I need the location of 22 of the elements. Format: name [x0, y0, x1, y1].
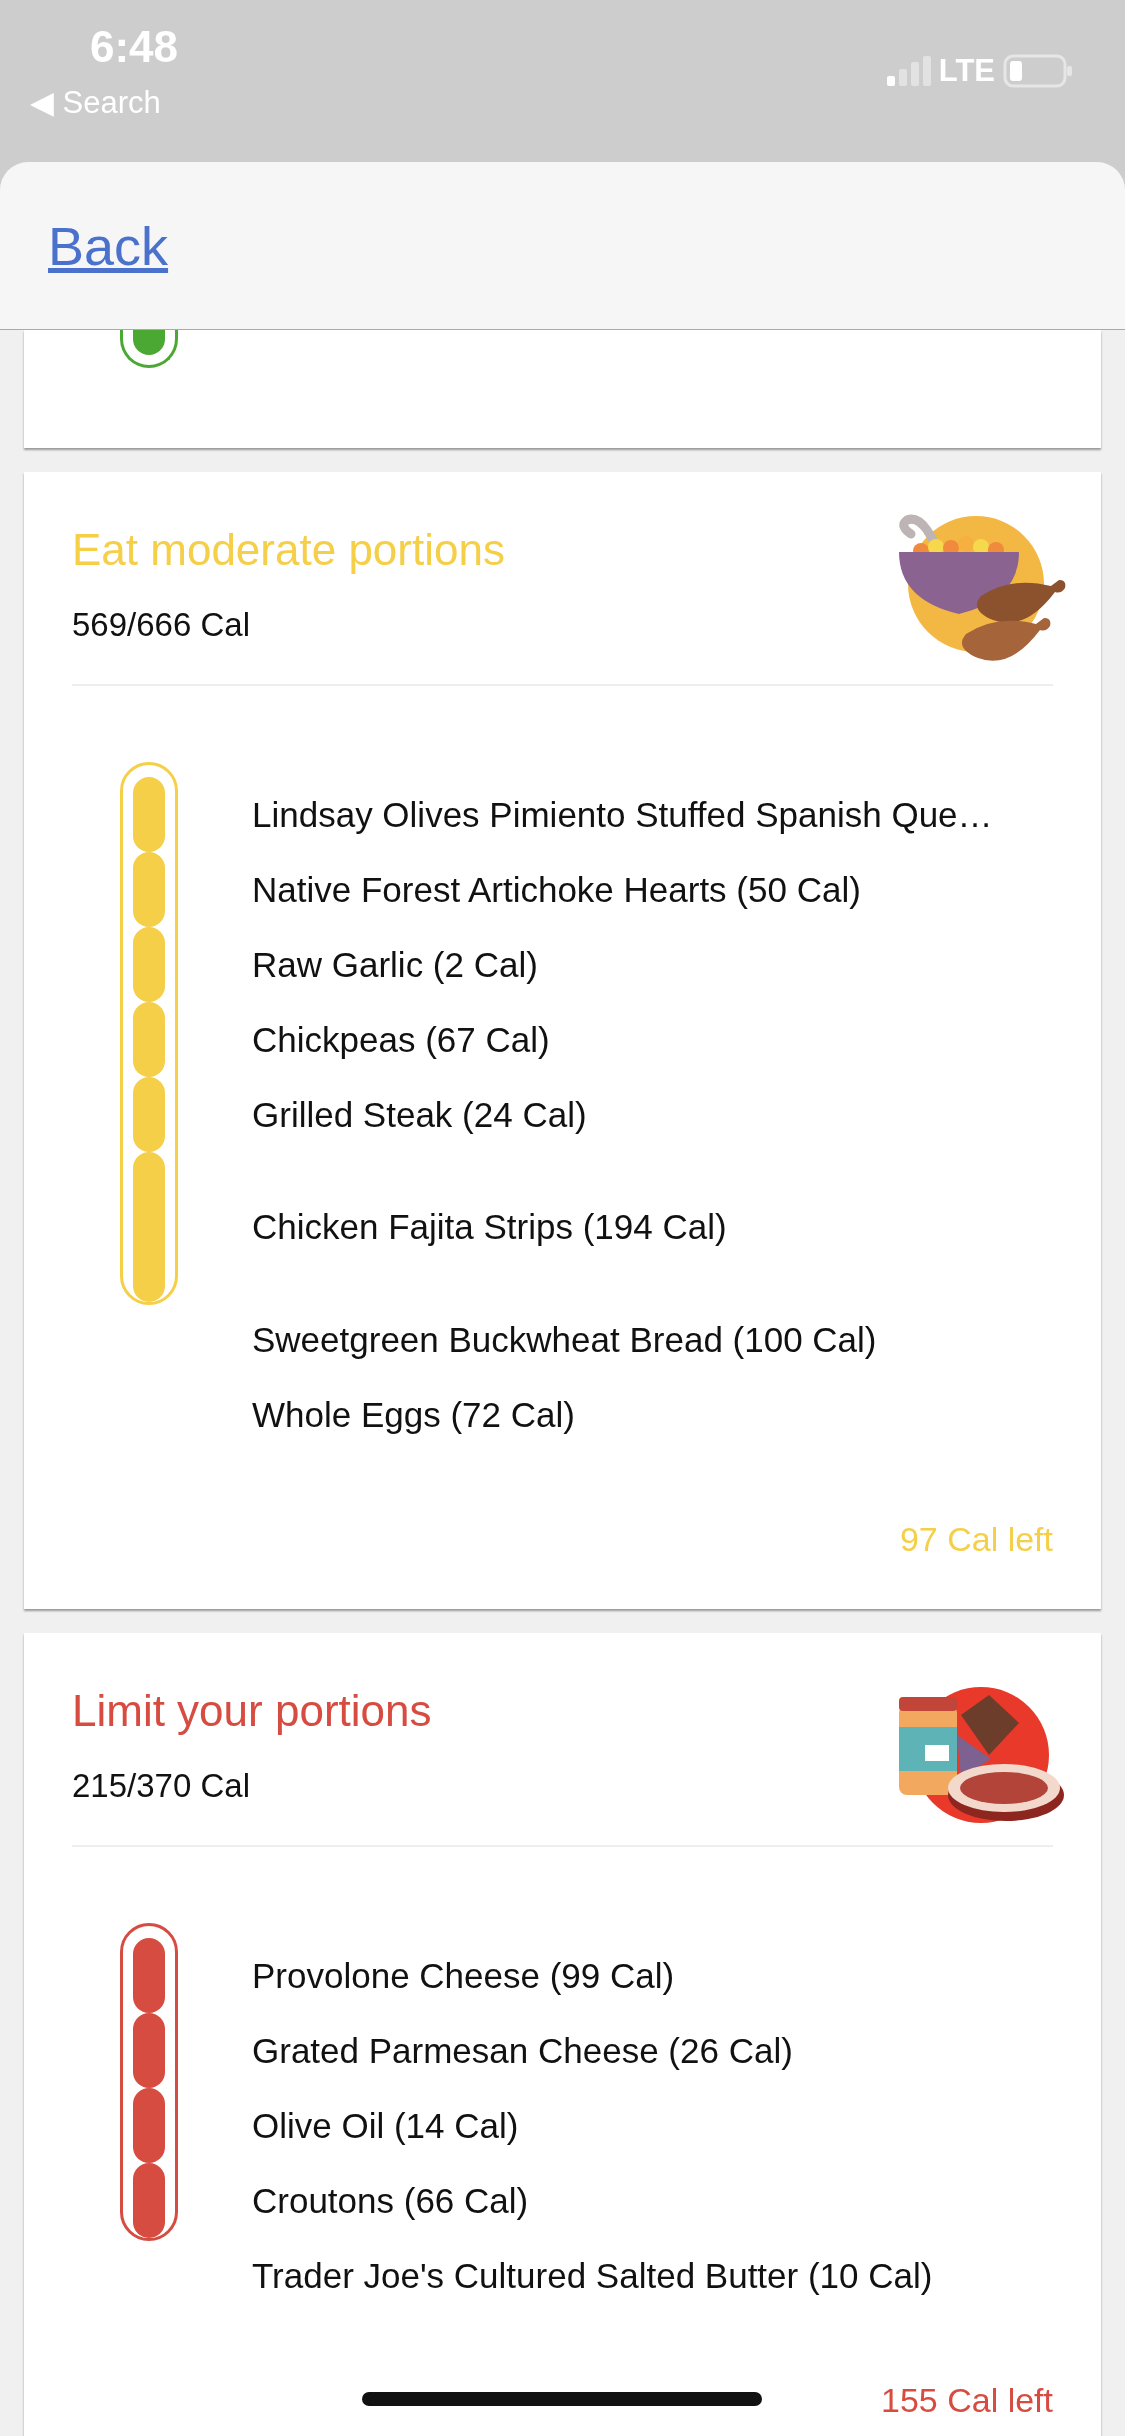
category-title: Limit your portions [72, 1687, 432, 1735]
food-item[interactable]: Native Forest Artichoke Hearts (50 Cal) [252, 869, 861, 910]
food-item[interactable]: Croutons (66 Cal) [252, 2180, 529, 2221]
food-item[interactable]: Sweetgreen Buckwheat Bread (100 Cal) [252, 1319, 877, 1360]
food-item[interactable]: Grilled Steak (24 Cal) [252, 1094, 587, 1135]
signal-icon [886, 56, 931, 86]
food-item[interactable]: Chicken Fajita Strips (194 Cal) [252, 1207, 727, 1247]
food-item[interactable]: Whole Eggs (72 Cal) [252, 1394, 575, 1435]
calorie-total: 215/370 Cal [72, 1766, 251, 1806]
food-item[interactable]: Raw Garlic (2 Cal) [252, 944, 538, 985]
category-title: Eat moderate portions [72, 526, 505, 574]
food-item[interactable]: Olive Oil (14 Cal) [252, 2105, 519, 2146]
food-item[interactable]: Grated Parmesan Cheese (26 Cal) [252, 2030, 793, 2071]
back-link[interactable]: Back [48, 214, 169, 277]
food-item[interactable]: Trader Joe's Cultured Salted Butter (10 Cal) [252, 2255, 933, 2296]
calories-left: 97 Cal left [899, 1519, 1053, 1559]
food-item[interactable]: Lindsay Olives Pimiento Stuffed Spanish Que… [252, 794, 993, 835]
battery-icon [1003, 54, 1073, 88]
food-item[interactable]: Provolone Cheese (99 Cal) [252, 1955, 675, 1996]
calories-left: 155 Cal left [881, 2380, 1053, 2420]
food-item[interactable]: Chickpeas (67 Cal) [252, 1019, 550, 1060]
calorie-total: 569/666 Cal [72, 605, 251, 645]
